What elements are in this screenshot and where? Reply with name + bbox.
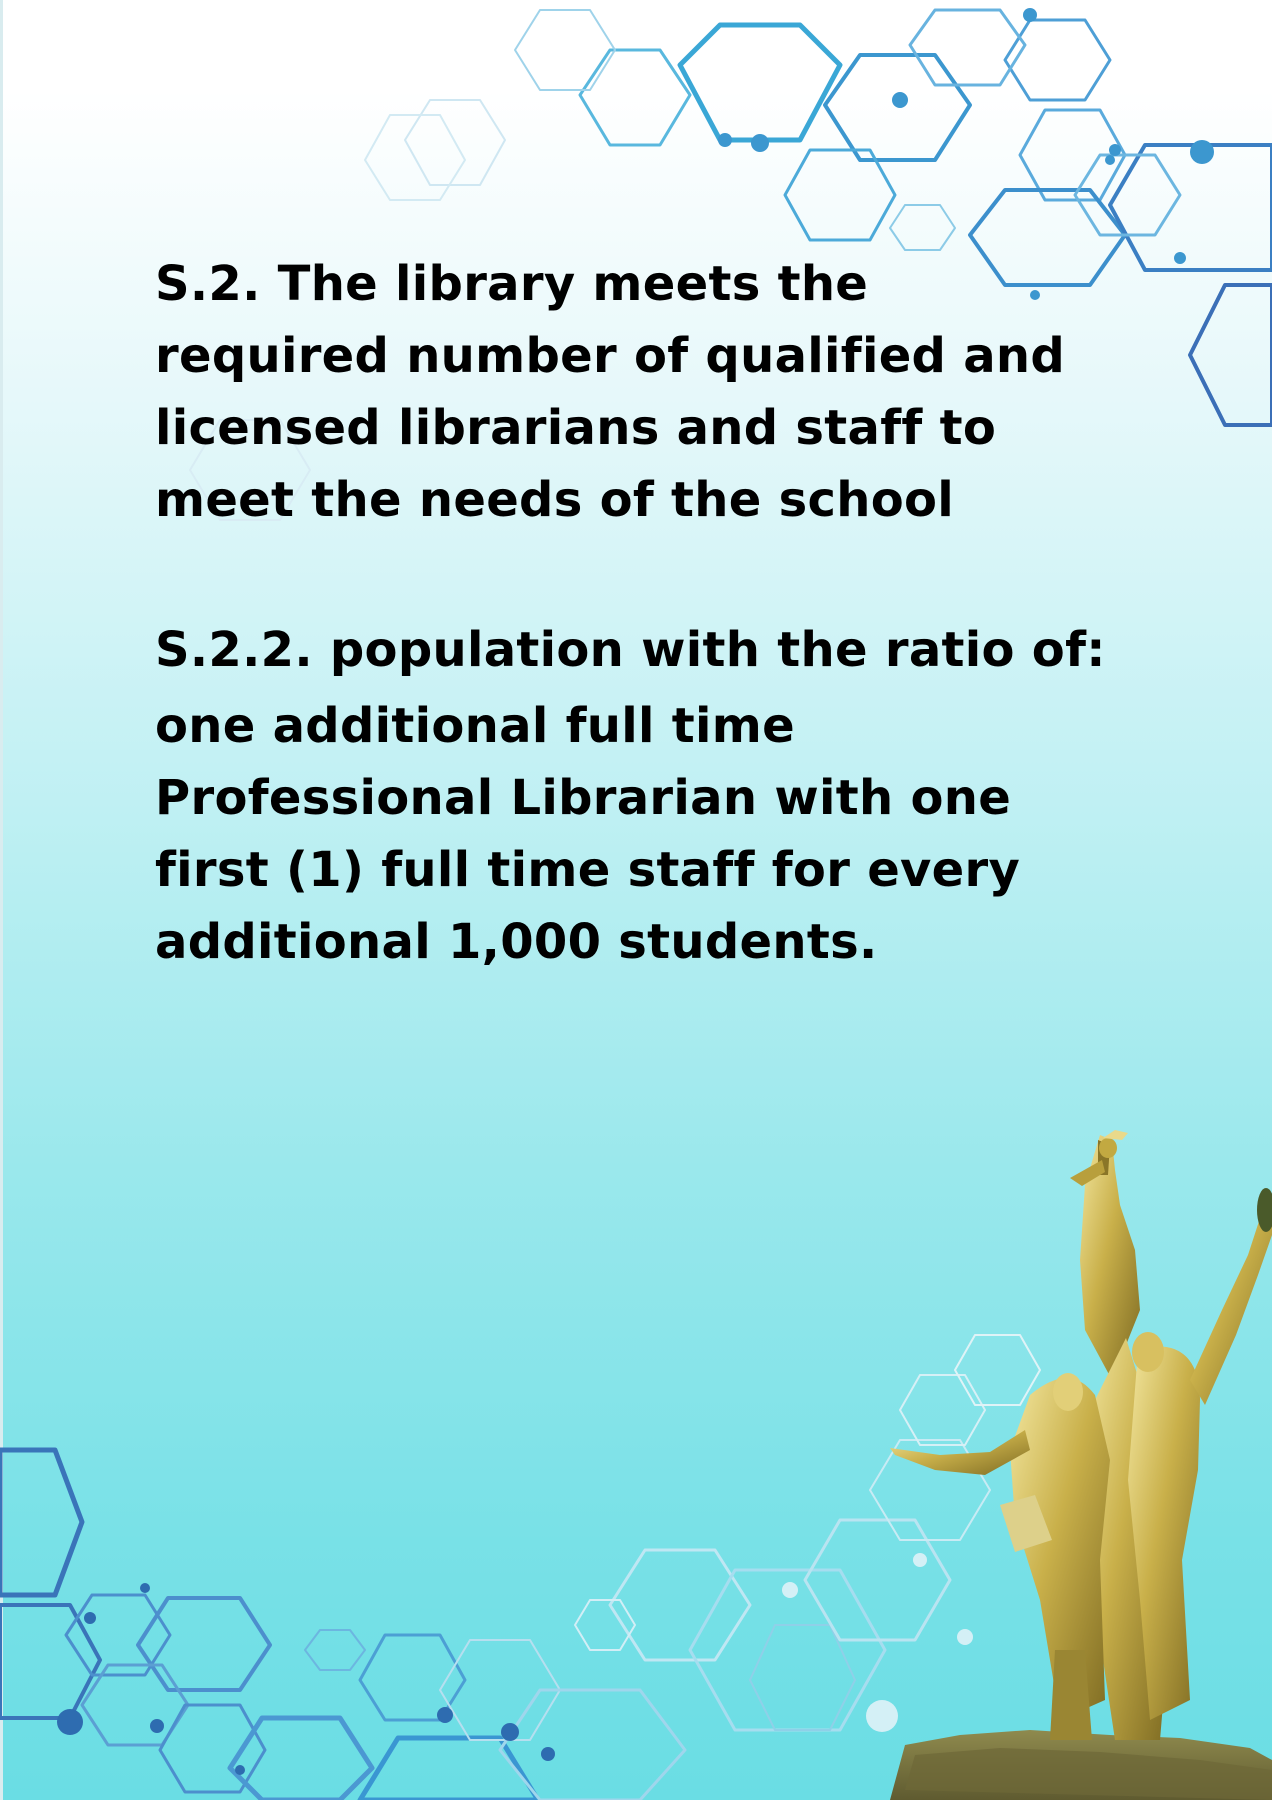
hexagon-pattern-bottom-left	[0, 1334, 1041, 1800]
document-content: S.2. The library meets the required numb…	[155, 248, 1115, 978]
standard-body: one additional full time Professional Li…	[155, 698, 1021, 970]
standard-subheading: S.2.2. population with the ratio of:	[155, 622, 1106, 678]
standard-heading: S.2. The library meets the required numb…	[155, 256, 1066, 528]
golden-monument-statue	[890, 1130, 1272, 1800]
